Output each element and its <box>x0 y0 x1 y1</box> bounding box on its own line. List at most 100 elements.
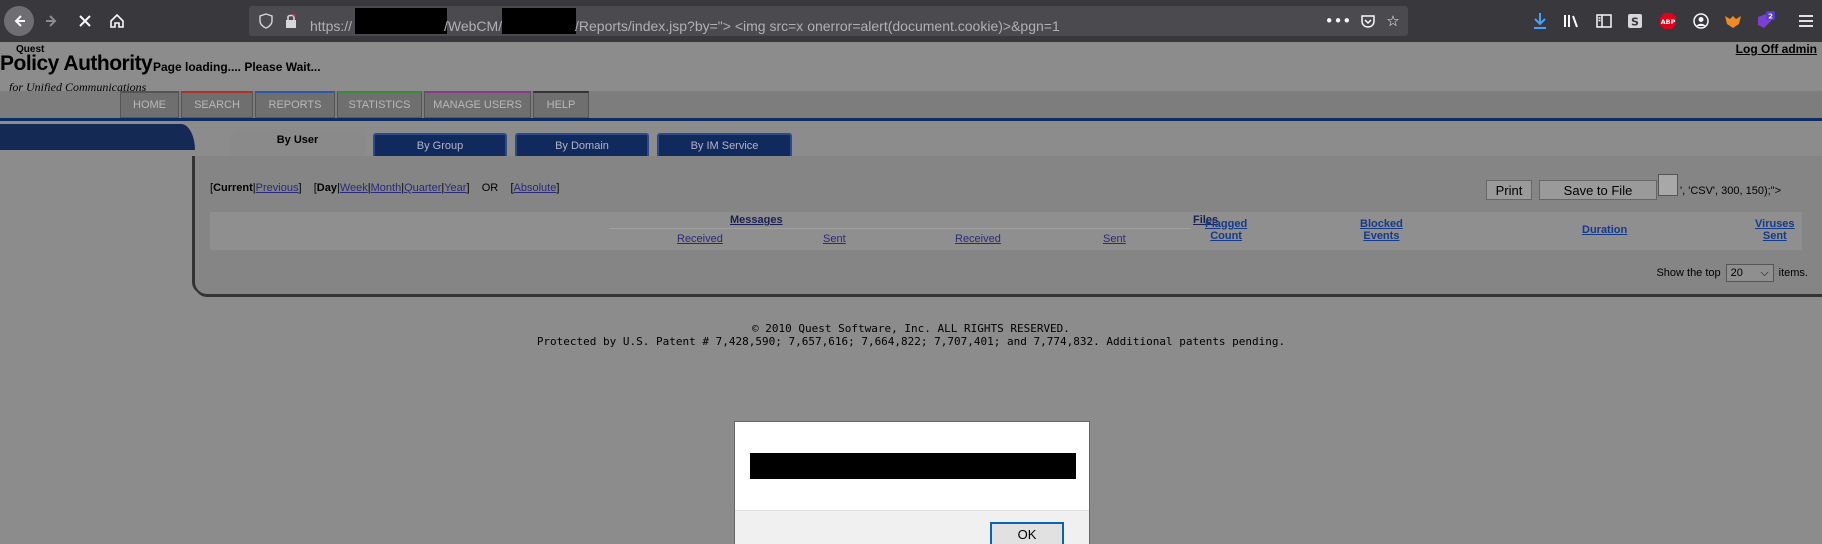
period-previous[interactable]: Previous <box>256 182 299 194</box>
extension-badge-count: 2 <box>1768 13 1773 21</box>
show-top-prefix: Show the top <box>1656 267 1721 279</box>
period-day[interactable]: Day <box>317 182 337 194</box>
url-bar[interactable]: https:// /WebCM/ /Reports/index.jsp?by="… <box>249 6 1408 36</box>
copyright: © 2010 Quest Software, Inc. ALL RIGHTS R… <box>752 322 1070 335</box>
period-month[interactable]: Month <box>371 182 402 194</box>
tab-by-im-service[interactable]: By IM Service <box>657 133 792 157</box>
report-panel: [Current|Previous] [Day|Week|Month|Quart… <box>195 156 1822 294</box>
stats-table-header: Messages Files Received Sent Received Se… <box>210 212 1802 250</box>
menu-search-label: SEARCH <box>194 99 240 111</box>
tab-by-user[interactable]: By User <box>230 129 365 155</box>
stop-icon[interactable] <box>70 6 100 36</box>
show-top-suffix: items. <box>1778 267 1808 279</box>
extension-badge-icon[interactable]: 2 <box>1754 10 1776 32</box>
tabs-left-bar <box>0 124 195 150</box>
period-week[interactable]: Week <box>340 182 368 194</box>
save-to-file-button[interactable]: Save to File <box>1539 180 1657 200</box>
redacted-host <box>355 8 447 34</box>
col-messages-sent[interactable]: Sent <box>823 233 846 245</box>
col-messages[interactable]: Messages <box>730 214 783 226</box>
home-icon[interactable] <box>102 6 132 36</box>
library-icon[interactable] <box>1561 10 1583 32</box>
col-files-sent[interactable]: Sent <box>1103 233 1126 245</box>
col-flagged-line1: Flagged <box>1205 218 1248 230</box>
period-current[interactable]: Current <box>213 182 253 194</box>
menu-search[interactable]: SEARCH <box>181 91 253 118</box>
footer: © 2010 Quest Software, Inc. ALL RIGHTS R… <box>0 322 1822 348</box>
col-flagged-line2: Count <box>1210 230 1242 242</box>
menu-statistics-label: STATISTICS <box>348 99 411 111</box>
menu-manage-users[interactable]: MANAGE USERS <box>424 91 531 118</box>
period-year[interactable]: Year <box>444 182 466 194</box>
tab-by-group-label: By Group <box>416 140 464 152</box>
print-button-label: Print <box>1495 182 1523 198</box>
chevron-down-icon: ⌵ <box>1760 266 1769 279</box>
col-viruses-line1: Viruses <box>1755 218 1795 230</box>
save-to-file-label: Save to File <box>1563 182 1633 198</box>
adblock-icon[interactable]: ABP <box>1657 10 1679 32</box>
show-top-control: Show the top 20 ⌵ items. <box>1656 264 1808 282</box>
col-blocked-line2: Events <box>1363 230 1400 242</box>
pocket-icon[interactable] <box>1357 10 1379 32</box>
more-dots-icon[interactable]: ••• <box>1325 10 1352 32</box>
logoff-link[interactable]: Log Off admin <box>1736 42 1817 56</box>
menu-home-label: HOME <box>133 99 166 111</box>
menu-reports[interactable]: REPORTS <box>255 91 335 118</box>
sidebar-icon[interactable] <box>1593 10 1615 32</box>
back-arrow-icon[interactable] <box>4 6 34 36</box>
menu-reports-label: REPORTS <box>268 99 322 111</box>
download-icon[interactable] <box>1529 10 1551 32</box>
bookmark-star-icon[interactable]: ☆ <box>1382 10 1404 32</box>
print-button[interactable]: Print <box>1486 180 1532 200</box>
alert-footer: OK <box>735 510 1089 544</box>
tab-by-group[interactable]: By Group <box>373 133 507 157</box>
col-viruses-sent[interactable]: Viruses Sent <box>1755 218 1795 242</box>
header-divider <box>610 228 1190 229</box>
brand-title: Policy Authority <box>0 52 153 75</box>
fox-extension-icon[interactable] <box>1722 10 1744 32</box>
menu-help-label: HELP <box>546 99 576 111</box>
col-viruses-line2: Sent <box>1762 230 1787 242</box>
report-tabs: By User By Group By Domain By IM Service <box>0 121 1822 157</box>
patent-notice: Protected by U.S. Patent # 7,428,590; 7,… <box>536 335 1286 348</box>
hamburger-menu-icon[interactable] <box>1795 10 1817 32</box>
ok-button-label: OK <box>1017 526 1037 542</box>
top-count-select[interactable]: 20 ⌵ <box>1725 264 1774 282</box>
tab-by-user-label: By User <box>276 134 319 146</box>
period-absolute[interactable]: Absolute <box>514 182 557 194</box>
col-blocked-line1: Blocked <box>1360 218 1403 230</box>
page: Quest Policy Authority for Unified Commu… <box>0 42 1822 544</box>
url-suffix: /Reports/index.jsp?by="> <img src=x oner… <box>575 18 1060 34</box>
browser-toolbar: https:// /WebCM/ /Reports/index.jsp?by="… <box>0 0 1822 42</box>
menu-help[interactable]: HELP <box>533 91 589 118</box>
col-files-received[interactable]: Received <box>955 233 1001 245</box>
col-blocked-events[interactable]: Blocked Events <box>1360 218 1403 242</box>
tab-by-im-service-label: By IM Service <box>690 140 759 152</box>
menu-home[interactable]: HOME <box>120 91 179 118</box>
period-quarter[interactable]: Quarter <box>404 182 441 194</box>
url-mid: /WebCM/ <box>444 18 503 34</box>
period-or: OR <box>481 182 499 194</box>
col-messages-received[interactable]: Received <box>677 233 723 245</box>
broken-markup-text: ', 'CSV', 300, 150);"> <box>1680 185 1782 197</box>
tab-by-domain[interactable]: By Domain <box>515 133 649 157</box>
col-flagged-count[interactable]: Flagged Count <box>1205 218 1247 242</box>
menu-statistics[interactable]: STATISTICS <box>337 91 422 118</box>
url-prefix: https:// <box>310 18 353 34</box>
ok-button[interactable]: OK <box>990 522 1064 544</box>
account-icon[interactable] <box>1690 10 1712 32</box>
s-extension-icon[interactable]: S <box>1624 10 1646 32</box>
lock-icon[interactable] <box>284 13 298 32</box>
col-duration[interactable]: Duration <box>1582 224 1627 236</box>
top-count-value: 20 <box>1730 267 1743 279</box>
forward-arrow-icon[interactable] <box>37 6 67 36</box>
main-menu: HOME SEARCH REPORTS STATISTICS MANAGE US… <box>0 91 1822 118</box>
svg-text:S: S <box>1631 16 1639 29</box>
svg-text:ABP: ABP <box>1661 18 1676 26</box>
loading-message: Page loading.... Please Wait... <box>153 60 321 74</box>
alert-dialog: OK <box>734 421 1090 544</box>
tracking-shield-icon[interactable] <box>259 13 273 32</box>
tab-by-domain-label: By Domain <box>555 140 609 152</box>
alert-message-redacted <box>750 453 1076 479</box>
broken-image-icon <box>1658 174 1678 196</box>
